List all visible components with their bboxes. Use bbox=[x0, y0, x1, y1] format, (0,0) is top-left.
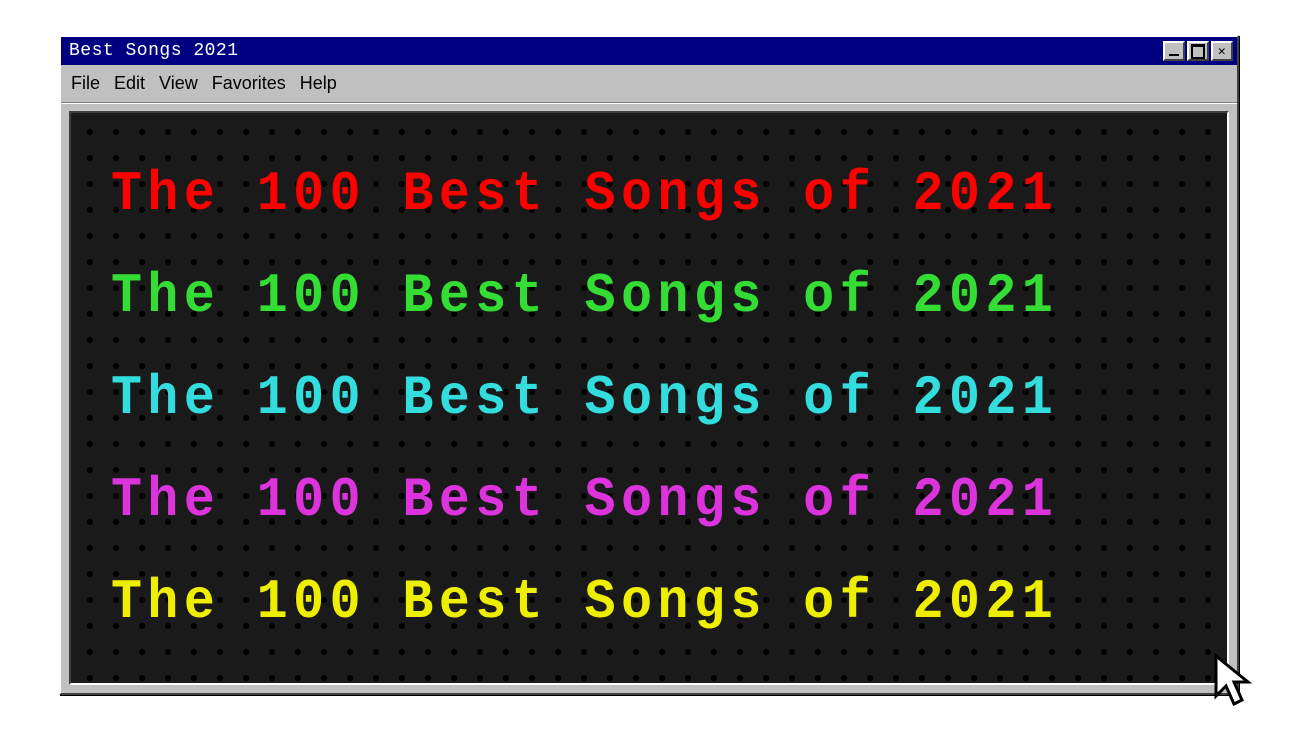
headline-red: The 100 Best Songs of 2021 bbox=[111, 162, 1101, 226]
menu-file[interactable]: File bbox=[71, 73, 100, 94]
headline-green: The 100 Best Songs of 2021 bbox=[111, 264, 1101, 328]
window-title: Best Songs 2021 bbox=[65, 41, 1163, 61]
app-window: Best Songs 2021 File Edit View Favorites… bbox=[59, 35, 1239, 695]
menu-favorites[interactable]: Favorites bbox=[212, 73, 286, 94]
maximize-button[interactable] bbox=[1187, 41, 1209, 61]
close-button[interactable] bbox=[1211, 41, 1233, 61]
headline-cyan: The 100 Best Songs of 2021 bbox=[111, 366, 1101, 430]
window-controls bbox=[1163, 41, 1233, 61]
menu-view[interactable]: View bbox=[159, 73, 198, 94]
menu-help[interactable]: Help bbox=[300, 73, 337, 94]
headline-yellow: The 100 Best Songs of 2021 bbox=[111, 570, 1101, 634]
menu-edit[interactable]: Edit bbox=[114, 73, 145, 94]
content-area: The 100 Best Songs of 2021 The 100 Best … bbox=[69, 111, 1229, 685]
titlebar[interactable]: Best Songs 2021 bbox=[61, 37, 1237, 65]
minimize-button[interactable] bbox=[1163, 41, 1185, 61]
menubar: File Edit View Favorites Help bbox=[61, 65, 1237, 103]
headline-magenta: The 100 Best Songs of 2021 bbox=[111, 468, 1101, 532]
